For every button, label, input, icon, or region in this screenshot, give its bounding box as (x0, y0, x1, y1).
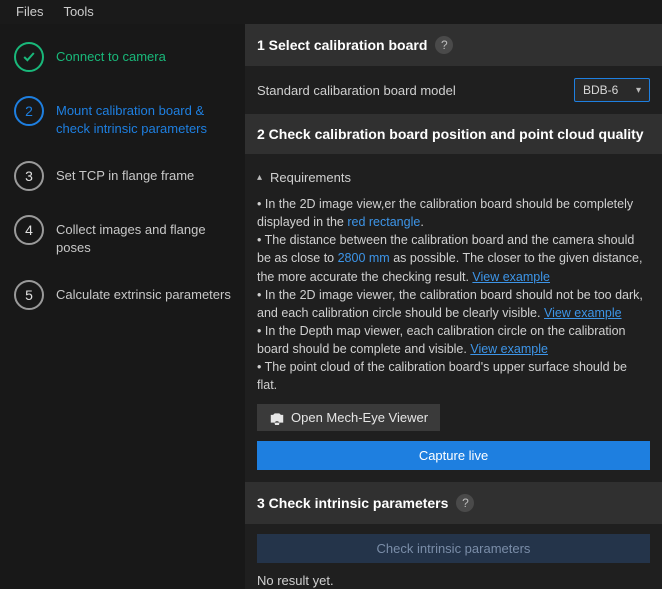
status-row: No result yet. (245, 573, 662, 588)
req-item: The point cloud of the calibration board… (257, 358, 650, 394)
step-calculate-extrinsic[interactable]: 5 Calculate extrinsic parameters (10, 280, 235, 310)
capture-row: Capture live (245, 441, 662, 482)
chevron-down-icon: ▾ (636, 85, 641, 96)
menubar: Files Tools (0, 0, 662, 24)
step-circle-pending: 4 (14, 215, 44, 245)
capture-live-button[interactable]: Capture live (257, 441, 650, 470)
step-set-tcp[interactable]: 3 Set TCP in flange frame (10, 161, 235, 191)
step-collect-images[interactable]: 4 Collect images and flange poses (10, 215, 235, 256)
board-model-row: Standard calibaration board model BDB-6 … (245, 66, 662, 114)
req-item: In the Depth map viewer, each calibratio… (257, 322, 650, 358)
step-label: Set TCP in flange frame (56, 161, 194, 185)
red-rectangle-link[interactable]: red rectangle (347, 215, 420, 229)
view-example-link[interactable]: View example (544, 306, 622, 320)
section3-header: 3 Check intrinsic parameters ? (245, 482, 662, 524)
req-item: In the 2D image view,er the calibration … (257, 195, 650, 231)
sidebar: Connect to camera 2 Mount calibration bo… (0, 24, 245, 589)
board-model-select[interactable]: BDB-6 ▾ (574, 78, 650, 102)
req-item: In the 2D image viewer, the calibration … (257, 286, 650, 322)
check-intrinsic-button[interactable]: Check intrinsic parameters (257, 534, 650, 563)
board-model-label: Standard calibaration board model (257, 83, 456, 98)
step-connect-camera[interactable]: Connect to camera (10, 42, 235, 72)
step-circle-active: 2 (14, 96, 44, 126)
camera-icon (269, 411, 285, 425)
chevron-up-icon: ▴ (257, 172, 262, 183)
requirements-label: Requirements (270, 170, 351, 185)
main-panel: 1 Select calibration board ? Standard ca… (245, 24, 662, 589)
open-mecheye-button[interactable]: Open Mech-Eye Viewer (257, 404, 440, 431)
check-icon (21, 49, 37, 65)
open-mecheye-label: Open Mech-Eye Viewer (291, 410, 428, 425)
help-icon[interactable]: ? (456, 494, 474, 512)
step-circle-pending: 3 (14, 161, 44, 191)
requirements-block: ▴ Requirements In the 2D image view,er t… (245, 154, 662, 441)
requirements-list: In the 2D image view,er the calibration … (257, 195, 650, 394)
section1-title: 1 Select calibration board (257, 37, 427, 53)
intrinsic-status: No result yet. (257, 573, 334, 588)
requirements-toggle[interactable]: ▴ Requirements (257, 164, 650, 191)
section2-header: 2 Check calibration board position and p… (245, 114, 662, 154)
req-item: The distance between the calibration boa… (257, 231, 650, 285)
step-circle-done (14, 42, 44, 72)
help-icon[interactable]: ? (435, 36, 453, 54)
main-layout: Connect to camera 2 Mount calibration bo… (0, 24, 662, 589)
section2-title: 2 Check calibration board position and p… (257, 126, 644, 142)
section3-title: 3 Check intrinsic parameters (257, 495, 448, 511)
menu-files[interactable]: Files (6, 2, 53, 21)
step-label: Collect images and flange poses (56, 215, 235, 256)
view-example-link[interactable]: View example (470, 342, 548, 356)
step-mount-board[interactable]: 2 Mount calibration board & check intrin… (10, 96, 235, 137)
step-label: Mount calibration board & check intrinsi… (56, 96, 235, 137)
board-model-value: BDB-6 (583, 83, 618, 97)
step-label: Connect to camera (56, 42, 166, 66)
step-label: Calculate extrinsic parameters (56, 280, 231, 304)
menu-tools[interactable]: Tools (53, 2, 103, 21)
step-circle-pending: 5 (14, 280, 44, 310)
view-example-link[interactable]: View example (472, 270, 550, 284)
distance-value: 2800 mm (338, 251, 390, 265)
check-row: Check intrinsic parameters (245, 534, 662, 563)
section1-header: 1 Select calibration board ? (245, 24, 662, 66)
